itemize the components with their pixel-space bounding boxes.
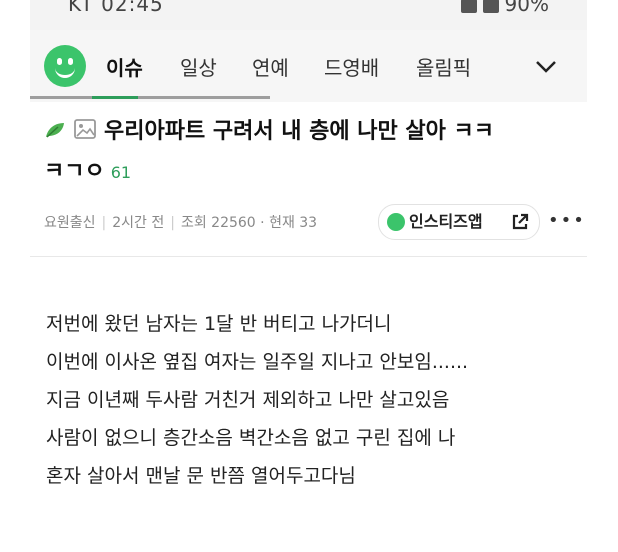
status-bar: KT 02:45 90% [30,0,587,30]
body-line: 저번에 왔던 남자는 1달 반 버티고 나가더니 [46,313,392,335]
post-title: 우리아파트 구려서 내 층에 나만 살아 ㅋㅋ [104,119,495,144]
app-logo-icon [387,213,405,231]
open-app-button[interactable]: 인스티즈앱 [378,204,540,240]
open-app-label: 인스티즈앱 [409,212,483,231]
status-right: 90% [460,0,549,16]
divider [30,256,587,257]
battery-level: 90% [504,0,549,16]
category-tabs: 이슈 일상 연예 드영배 올림픽 [30,30,587,102]
more-options-icon[interactable]: ••• [548,210,586,231]
leaf-icon [46,123,64,138]
post-title-cont: ㅋㄱㅇ 61 [44,152,131,193]
phone-screen: KT 02:45 90% 이슈 일상 연예 드영배 올림픽 우리아파트 구려서 … [30,0,587,552]
body-line: 혼자 살아서 맨날 문 반쯤 열어두고다님 [46,465,356,487]
post-time: 2시간 전 [112,215,165,231]
body-line: 지금 이년째 두사람 거친거 제외하고 나만 살고있음 [46,389,450,411]
tab-entertainment[interactable]: 연예 [252,52,289,81]
body-line: 사람이 없으니 층간소음 벽간소음 없고 구린 집에 나 [46,427,456,449]
body-line: 이번에 이사온 옆집 여자는 일주일 지나고 안보임...... [46,351,469,373]
chevron-down-icon[interactable] [528,54,564,78]
comment-count[interactable]: 61 [111,163,131,182]
instiz-logo-icon[interactable] [44,45,86,87]
tab-drama[interactable]: 드영배 [324,52,379,81]
image-icon [74,119,96,139]
post-views: 조회 22560 · 현재 33 [180,215,318,231]
signal-icon [482,0,499,13]
post-meta: 요원출신 | 2시간 전 | 조회 22560 · 현재 33 [44,215,318,231]
tab-issue[interactable]: 이슈 [106,52,143,81]
tab-active-indicator [92,96,138,99]
tab-olympics[interactable]: 올림픽 [416,52,471,81]
external-link-icon [512,213,529,230]
tab-daily[interactable]: 일상 [180,52,217,81]
post-body: 저번에 왔던 남자는 1달 반 버티고 나가더니 이번에 이사온 옆집 여자는 … [46,305,576,495]
notification-icon [460,0,477,13]
post-author[interactable]: 요원출신 [44,215,96,231]
post-title-line2: ㅋㄱㅇ [44,159,105,184]
tab-scroll-track [30,96,270,99]
status-time: KT 02:45 [68,0,164,16]
